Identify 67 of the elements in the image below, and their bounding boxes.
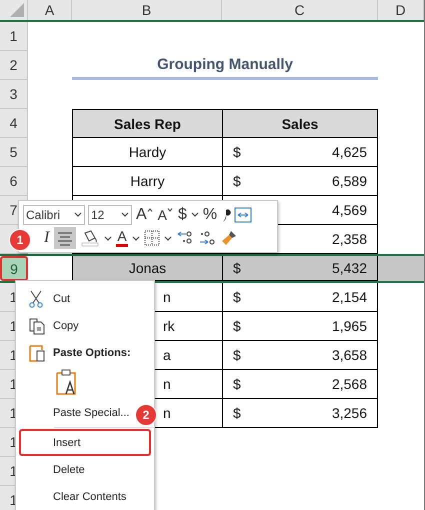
caret-icon bbox=[146, 208, 153, 212]
center-align-icon[interactable] bbox=[54, 227, 76, 249]
font-name-dropdown[interactable]: Calibri bbox=[23, 204, 85, 224]
fill-color-icon[interactable] bbox=[80, 229, 100, 247]
font-color-button[interactable]: A bbox=[116, 229, 128, 247]
italic-button[interactable]: I bbox=[43, 228, 50, 248]
paste-icon[interactable] bbox=[54, 368, 78, 398]
percent-button[interactable]: % bbox=[202, 204, 218, 224]
currency-symbol: $ bbox=[233, 289, 241, 305]
table-cell: Harry bbox=[72, 167, 222, 196]
table-header-cell: Sales bbox=[222, 109, 378, 138]
amount: 3,658 bbox=[332, 347, 367, 363]
copy-icon bbox=[28, 316, 46, 334]
menu-item[interactable]: Clear Contents bbox=[19, 483, 132, 510]
currency-symbol: $ bbox=[233, 260, 241, 276]
sheet-title: Grouping Manually bbox=[157, 56, 293, 72]
caret-icon[interactable] bbox=[104, 236, 112, 240]
currency-button[interactable]: $ bbox=[177, 204, 188, 224]
font-size: 12 bbox=[91, 208, 104, 222]
decrease-font-button[interactable]: A bbox=[156, 204, 174, 224]
column-header[interactable]: D bbox=[378, 0, 424, 20]
borders-icon[interactable] bbox=[144, 230, 160, 246]
currency-symbol: $ bbox=[233, 405, 241, 421]
currency-symbol: $ bbox=[233, 144, 241, 160]
step-badge: 1 bbox=[9, 229, 31, 251]
step-badge: 2 bbox=[135, 404, 157, 426]
font-name: Calibri bbox=[26, 208, 60, 222]
increase-font-button[interactable]: A bbox=[135, 204, 154, 224]
amount: 3,256 bbox=[332, 405, 367, 421]
row-header[interactable]: 1 bbox=[0, 22, 28, 51]
table-cell: Jonas bbox=[72, 256, 222, 281]
column-header[interactable]: C bbox=[222, 0, 378, 20]
amount: 4,569 bbox=[332, 202, 367, 218]
column-header[interactable]: B bbox=[72, 0, 222, 20]
row-header[interactable]: 2 bbox=[0, 51, 28, 80]
decrease-decimal-icon[interactable] bbox=[198, 229, 216, 247]
row-header[interactable]: 6 bbox=[0, 167, 28, 196]
amount: 1,965 bbox=[332, 318, 367, 334]
currency-symbol: $ bbox=[233, 347, 241, 363]
menu-item[interactable]: Insert bbox=[19, 429, 151, 456]
caret-icon[interactable] bbox=[121, 212, 129, 217]
table-cell: Hardy bbox=[72, 138, 222, 167]
amount: 5,432 bbox=[332, 260, 367, 276]
caret-icon[interactable] bbox=[74, 212, 82, 217]
clipboard-icon bbox=[28, 342, 46, 362]
font-size-dropdown[interactable]: 12 bbox=[88, 204, 132, 224]
row-header[interactable]: 9 bbox=[0, 256, 28, 281]
comma-style-icon[interactable] bbox=[221, 206, 232, 222]
format-painter-icon[interactable] bbox=[220, 229, 238, 247]
caret-icon[interactable] bbox=[132, 236, 140, 240]
row-header[interactable]: 5 bbox=[0, 138, 28, 167]
table-header-cell: Sales Rep bbox=[72, 109, 222, 138]
column-header[interactable]: A bbox=[28, 0, 72, 20]
amount: 2,154 bbox=[332, 289, 367, 305]
caret-icon[interactable] bbox=[190, 212, 199, 217]
amount: 2,358 bbox=[332, 231, 367, 247]
caret-icon bbox=[167, 208, 174, 212]
amount: 2,568 bbox=[332, 376, 367, 392]
currency-symbol: $ bbox=[233, 173, 241, 189]
currency-symbol: $ bbox=[233, 376, 241, 392]
currency-symbol: $ bbox=[233, 318, 241, 334]
amount: 4,625 bbox=[332, 144, 367, 160]
row-header[interactable]: 3 bbox=[0, 80, 28, 109]
caret-icon[interactable] bbox=[164, 236, 172, 240]
amount: 6,589 bbox=[332, 173, 367, 189]
wrap-text-icon[interactable] bbox=[234, 206, 252, 222]
row-header[interactable]: 4 bbox=[0, 109, 28, 138]
